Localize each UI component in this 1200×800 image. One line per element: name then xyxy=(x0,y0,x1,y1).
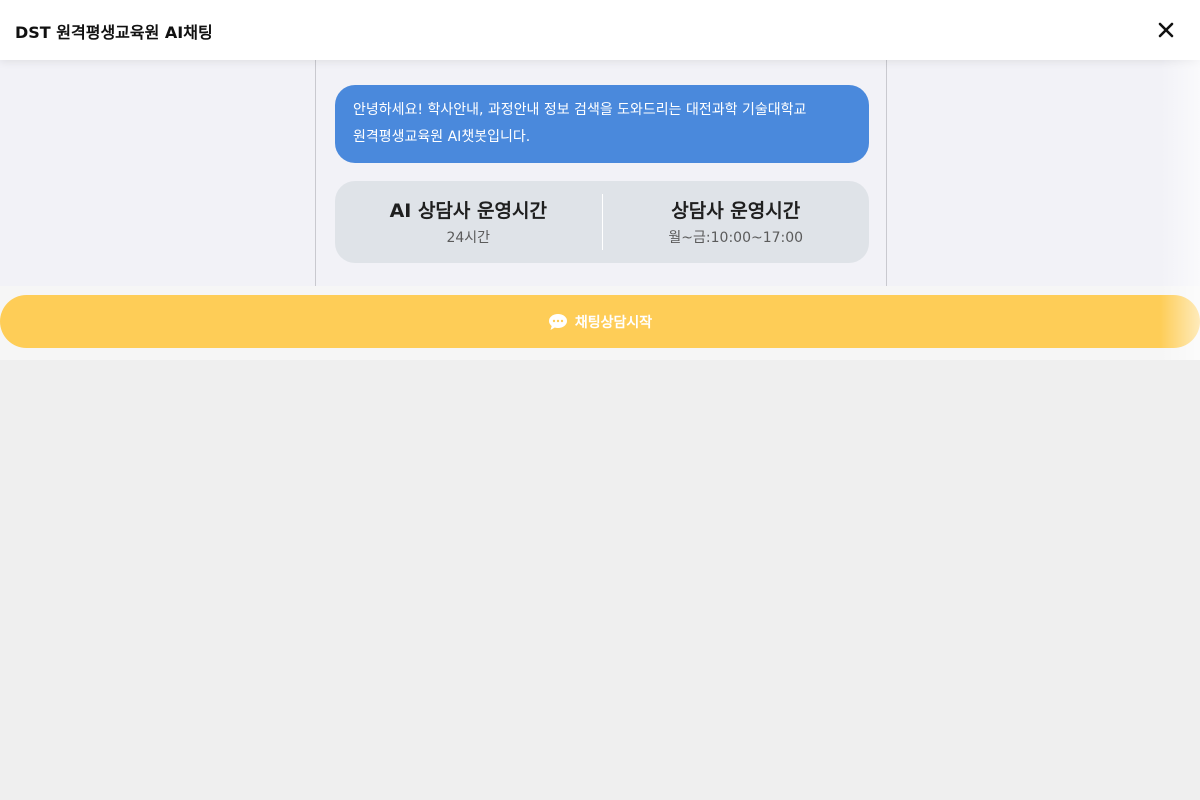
page-title: DST 원격평생교육원 AI채팅 xyxy=(15,23,213,42)
operating-hours-card: AI 상담사 운영시간 24시간 상담사 운영시간 월~금:10:00~17:0… xyxy=(335,181,869,263)
chat-header: DST 원격평생교육원 AI채팅 xyxy=(0,0,1200,60)
greeting-bubble: 안녕하세요! 학사안내, 과정안내 정보 검색을 도와드리는 대전과학 기술대학… xyxy=(335,85,869,163)
greeting-line-1: 안녕하세요! 학사안내, 과정안내 정보 검색을 도와드리는 대전과학 기술대학… xyxy=(353,102,807,118)
ai-hours-label: AI 상담사 운영시간 xyxy=(389,199,547,222)
close-button[interactable] xyxy=(1152,16,1180,44)
ai-hours: AI 상담사 운영시간 24시간 xyxy=(335,198,602,247)
chat-bubble-icon xyxy=(548,313,567,330)
chat-column[interactable]: 안녕하세요! 학사안내, 과정안내 정보 검색을 도와드리는 대전과학 기술대학… xyxy=(315,60,887,286)
human-hours-value: 월~금:10:00~17:00 xyxy=(668,229,804,246)
human-hours: 상담사 운영시간 월~금:10:00~17:00 xyxy=(603,198,870,247)
human-hours-label: 상담사 운영시간 xyxy=(671,199,801,222)
close-icon xyxy=(1158,22,1174,38)
start-bar: 채팅상담시작 xyxy=(0,286,1200,360)
start-chat-button[interactable]: 채팅상담시작 xyxy=(0,295,1200,348)
ai-hours-value: 24시간 xyxy=(446,229,491,246)
chat-area: 안녕하세요! 학사안내, 과정안내 정보 검색을 도와드리는 대전과학 기술대학… xyxy=(0,60,1200,286)
greeting-line-2: 원격평생교육원 AI챗봇입니다. xyxy=(353,129,531,145)
start-chat-label: 채팅상담시작 xyxy=(574,314,653,331)
